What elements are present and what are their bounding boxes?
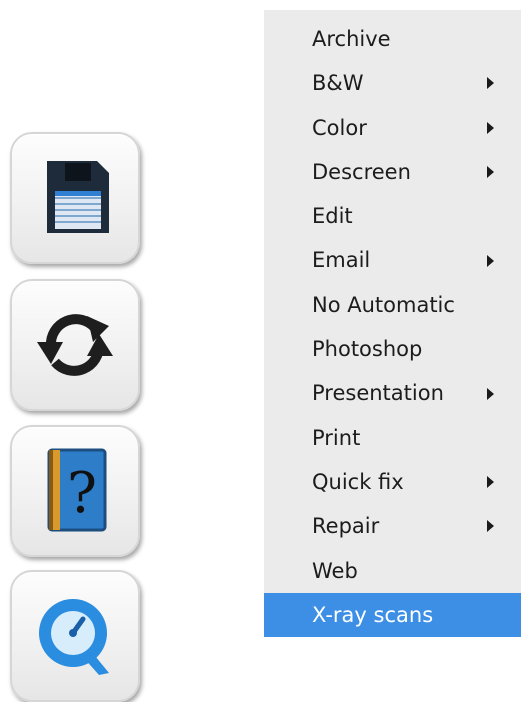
help-book-icon: ? bbox=[25, 440, 125, 540]
menu-item-photoshop[interactable]: Photoshop bbox=[264, 327, 521, 371]
menu-item-label: Quick fix bbox=[312, 469, 404, 494]
submenu-arrow-icon bbox=[487, 476, 494, 489]
submenu-arrow-icon bbox=[487, 387, 494, 400]
floppy-disk-icon bbox=[25, 147, 125, 247]
menu-item-label: Photoshop bbox=[312, 337, 423, 362]
menu-item-email[interactable]: Email bbox=[264, 238, 521, 282]
menu-item-x-ray-scans[interactable]: X-ray scans bbox=[264, 592, 521, 638]
refresh-button[interactable] bbox=[10, 279, 140, 411]
menu-item-archive[interactable]: Archive bbox=[264, 17, 521, 61]
help-glyph: ? bbox=[67, 461, 97, 526]
submenu-arrow-icon bbox=[487, 77, 494, 90]
submenu-arrow-icon bbox=[487, 254, 494, 267]
menu-item-label: Print bbox=[312, 425, 361, 450]
menu-item-b-w[interactable]: B&W bbox=[264, 61, 521, 105]
menu-item-label: Archive bbox=[312, 27, 391, 51]
menu-item-label: Web bbox=[312, 558, 358, 583]
menu-item-color[interactable]: Color bbox=[264, 106, 521, 150]
menu-item-label: Descreen bbox=[312, 159, 411, 184]
menu-item-presentation[interactable]: Presentation bbox=[264, 371, 521, 415]
help-button[interactable]: ? bbox=[10, 425, 140, 557]
menu-item-label: Email bbox=[312, 248, 371, 273]
menu-item-label: Presentation bbox=[312, 381, 444, 406]
menu-item-label: Repair bbox=[312, 514, 380, 539]
menu-item-print[interactable]: Print bbox=[264, 416, 521, 460]
menu-item-quick-fix[interactable]: Quick fix bbox=[264, 460, 521, 504]
context-menu: Archive B&W Color Descreen Edit Email No Autom… bbox=[264, 10, 521, 638]
menu-item-repair[interactable]: Repair bbox=[264, 504, 521, 548]
menu-item-label: Edit bbox=[312, 204, 353, 229]
quicktime-icon bbox=[25, 585, 125, 685]
menu-item-label: Color bbox=[312, 115, 367, 140]
menu-item-descreen[interactable]: Descreen bbox=[264, 150, 521, 194]
menu-item-edit[interactable]: Edit bbox=[264, 194, 521, 238]
submenu-arrow-icon bbox=[487, 166, 494, 179]
submenu-arrow-icon bbox=[487, 121, 494, 134]
menu-item-label: X-ray scans bbox=[312, 602, 434, 627]
menu-item-no-automatic[interactable]: No Automatic bbox=[264, 283, 521, 327]
sync-arrows-icon bbox=[25, 294, 125, 394]
save-button[interactable] bbox=[10, 132, 140, 264]
menu-item-label: No Automatic bbox=[312, 292, 455, 317]
quicktime-button[interactable] bbox=[10, 570, 140, 702]
menu-item-label: B&W bbox=[312, 71, 364, 96]
submenu-arrow-icon bbox=[487, 520, 494, 533]
menu-item-web[interactable]: Web bbox=[264, 549, 521, 593]
